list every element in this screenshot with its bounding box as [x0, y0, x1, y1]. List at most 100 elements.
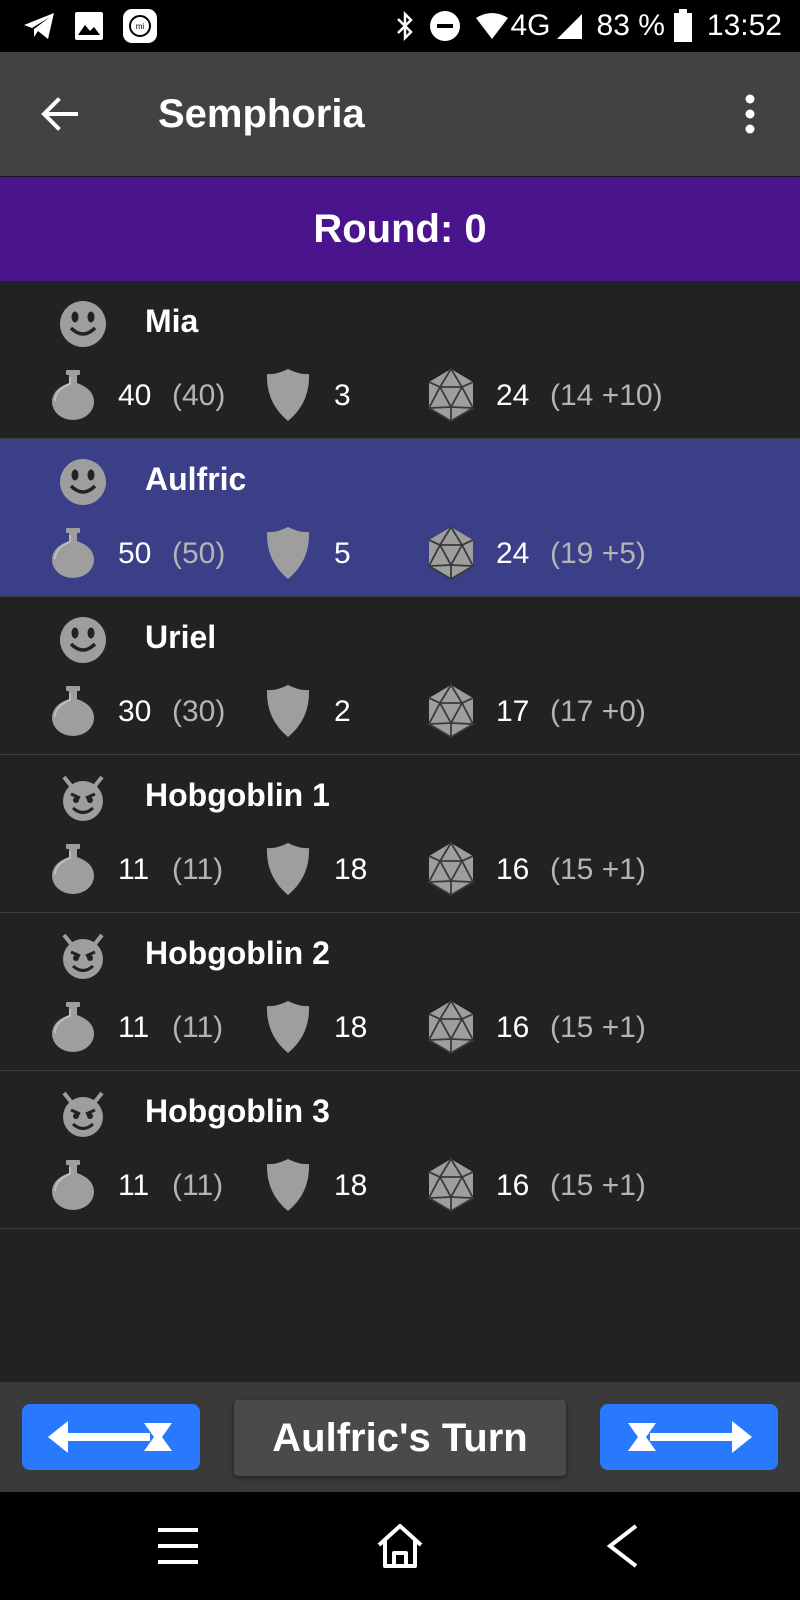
- combatant-stats: 30 (30) 2 17 (17 +0): [0, 683, 800, 744]
- hp-value: 40: [118, 379, 152, 412]
- hp-value: 30: [118, 695, 152, 728]
- page-title: Semphoria: [158, 91, 365, 136]
- dnd-icon: [429, 10, 461, 42]
- d20-icon: [426, 1157, 476, 1218]
- d20-icon: [426, 525, 476, 586]
- hp-value: 50: [118, 537, 152, 570]
- round-label: Round: 0: [313, 206, 487, 251]
- armor-class-value: 18: [334, 1169, 368, 1202]
- armor-class-value: 18: [334, 853, 368, 886]
- d20-icon: [426, 367, 476, 428]
- potion-icon: [50, 685, 96, 742]
- potion-icon: [50, 843, 96, 900]
- recent-apps-button[interactable]: [148, 1518, 208, 1574]
- turn-bar: Aulfric's Turn: [0, 1382, 800, 1492]
- round-indicator: Round: 0: [0, 177, 800, 281]
- combatant-row[interactable]: Uriel 30 (30) 2 17 (17 +0): [0, 597, 800, 755]
- arrow-right-icon: [628, 1421, 752, 1453]
- arrow-back-icon: [41, 97, 78, 131]
- shield-icon: [265, 525, 311, 586]
- battery-icon: [673, 9, 693, 43]
- next-turn-button[interactable]: [600, 1404, 778, 1470]
- combatant-name: Mia: [145, 303, 199, 339]
- initiative-detail: (17 +0): [550, 695, 646, 728]
- d20-icon: [426, 999, 476, 1060]
- combatant-row[interactable]: Hobgoblin 3 11 (11) 18 16 (15 +1): [0, 1071, 800, 1229]
- shield-icon: [265, 367, 311, 428]
- battery-percent: 83 %: [596, 9, 665, 42]
- network-type: 4G: [510, 9, 551, 42]
- initiative-value: 16: [496, 1011, 530, 1044]
- armor-class-value: 2: [334, 695, 351, 728]
- signal-icon: [555, 12, 583, 40]
- d20-icon: [426, 683, 476, 744]
- devil-icon: [58, 931, 108, 981]
- home-button[interactable]: [370, 1518, 430, 1574]
- armor-class-value: 3: [334, 379, 351, 412]
- wifi-icon: [475, 12, 509, 40]
- current-turn-button[interactable]: Aulfric's Turn: [234, 1400, 566, 1476]
- combatant-stats: 11 (11) 18 16 (15 +1): [0, 1157, 800, 1218]
- clock: 13:52: [706, 9, 782, 42]
- combatant-stats: 11 (11) 18 16 (15 +1): [0, 999, 800, 1060]
- combatant-name: Hobgoblin 1: [145, 777, 330, 813]
- app-bar: Semphoria: [0, 52, 800, 176]
- potion-icon: [50, 369, 96, 426]
- back-button[interactable]: [0, 52, 120, 176]
- initiative-detail: (19 +5): [550, 537, 646, 570]
- initiative-value: 17: [496, 695, 530, 728]
- max-hp-value: (11): [172, 853, 224, 886]
- initiative-detail: (14 +10): [550, 379, 663, 412]
- arrow-left-icon: [48, 1421, 172, 1453]
- hp-value: 11: [118, 1169, 150, 1202]
- potion-icon: [50, 1159, 96, 1216]
- combatant-name: Aulfric: [145, 461, 247, 497]
- devil-icon: [58, 1089, 108, 1139]
- initiative-detail: (15 +1): [550, 1011, 646, 1044]
- combatant-list: Mia 40 (40) 3 24 (14 +10) Aulfric 50 (50…: [0, 281, 800, 1229]
- shield-icon: [265, 1157, 311, 1218]
- combatant-name: Hobgoblin 2: [145, 935, 330, 971]
- shield-icon: [265, 683, 311, 744]
- initiative-value: 16: [496, 1169, 530, 1202]
- initiative-value: 16: [496, 853, 530, 886]
- bluetooth-icon: [395, 10, 415, 42]
- combatant-row[interactable]: Mia 40 (40) 3 24 (14 +10): [0, 281, 800, 439]
- combatant-row[interactable]: Aulfric 50 (50) 5 24 (19 +5): [0, 439, 800, 597]
- potion-icon: [50, 1001, 96, 1058]
- max-hp-value: (11): [172, 1011, 224, 1044]
- smiley-icon: [58, 457, 108, 507]
- shield-icon: [265, 999, 311, 1060]
- d20-icon: [426, 841, 476, 902]
- initiative-detail: (15 +1): [550, 853, 646, 886]
- max-hp-value: (50): [172, 537, 226, 570]
- hp-value: 11: [118, 1011, 150, 1044]
- previous-turn-button[interactable]: [22, 1404, 200, 1470]
- initiative-detail: (15 +1): [550, 1169, 646, 1202]
- initiative-value: 24: [496, 379, 530, 412]
- gallery-icon: [74, 11, 104, 41]
- shield-icon: [265, 841, 311, 902]
- system-navigation-bar: [0, 1492, 800, 1600]
- combatant-stats: 11 (11) 18 16 (15 +1): [0, 841, 800, 902]
- smiley-icon: [58, 299, 108, 349]
- combatant-row[interactable]: Hobgoblin 1 11 (11) 18 16 (15 +1): [0, 755, 800, 913]
- max-hp-value: (11): [172, 1169, 224, 1202]
- combatant-stats: 40 (40) 3 24 (14 +10): [0, 367, 800, 428]
- devil-icon: [58, 773, 108, 823]
- telegram-icon: [22, 11, 56, 41]
- initiative-value: 24: [496, 537, 530, 570]
- back-icon: [606, 1524, 638, 1568]
- status-bar: mi 4G 83 % 13:52: [0, 0, 800, 52]
- menu-icon: [158, 1528, 198, 1564]
- hp-value: 11: [118, 853, 150, 886]
- armor-class-value: 5: [334, 537, 351, 570]
- turn-label: Aulfric's Turn: [272, 1415, 528, 1460]
- system-back-button[interactable]: [592, 1518, 652, 1574]
- more-vert-icon: [745, 94, 755, 134]
- max-hp-value: (30): [172, 695, 226, 728]
- combatant-row[interactable]: Hobgoblin 2 11 (11) 18 16 (15 +1): [0, 913, 800, 1071]
- armor-class-value: 18: [334, 1011, 368, 1044]
- overflow-menu-button[interactable]: [720, 52, 780, 176]
- combatant-name: Hobgoblin 3: [145, 1093, 330, 1129]
